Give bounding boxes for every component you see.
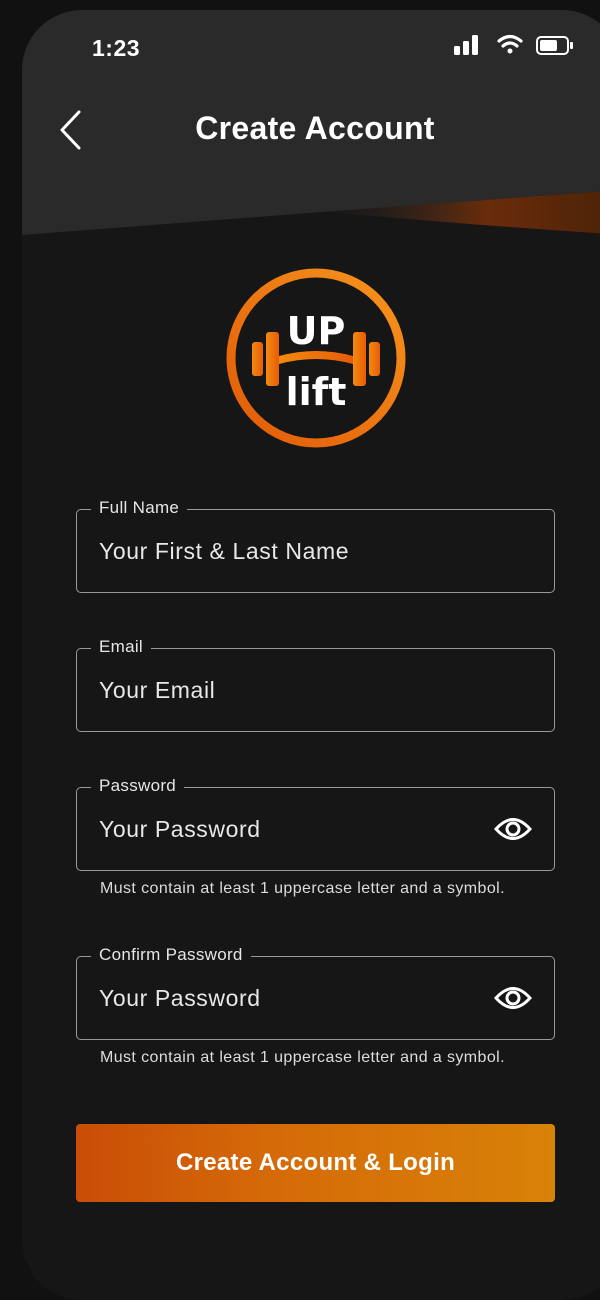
uplift-logo: UP lift: [226, 268, 406, 448]
eye-icon[interactable]: [494, 981, 532, 1015]
full-name-field[interactable]: Full Name: [76, 498, 555, 593]
logo-up-text: UP: [287, 309, 346, 353]
email-field[interactable]: Email: [76, 637, 555, 732]
password-field[interactable]: Password: [76, 776, 555, 871]
status-icons: [452, 32, 576, 63]
password-hint: Must contain at least 1 uppercase letter…: [100, 880, 505, 897]
signal-icon: [454, 35, 478, 55]
create-account-login-button[interactable]: Create Account & Login: [76, 1124, 555, 1202]
confirm-password-input[interactable]: [99, 957, 479, 1039]
email-input[interactable]: [99, 649, 479, 731]
password-input[interactable]: [99, 788, 479, 870]
phone-screen: 1:23 Create Account UP lift Full Name Yo…: [22, 10, 600, 1300]
confirm-password-field[interactable]: Confirm Password: [76, 945, 555, 1040]
page-title: Create Account: [195, 110, 435, 146]
confirm-password-hint: Must contain at least 1 uppercase letter…: [100, 1049, 505, 1066]
wifi-icon: [497, 34, 523, 54]
logo-lift-text: lift: [286, 370, 347, 414]
battery-icon: [536, 36, 573, 55]
eye-icon[interactable]: [494, 812, 532, 846]
full-name-input[interactable]: [99, 510, 479, 592]
status-time: 1:23: [92, 35, 141, 61]
